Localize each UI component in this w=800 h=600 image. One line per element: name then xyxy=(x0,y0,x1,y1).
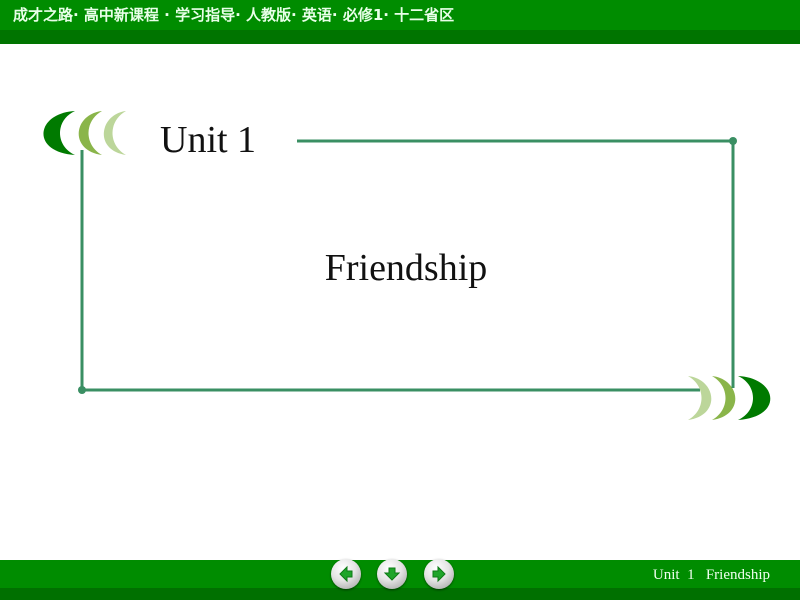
previous-button[interactable] xyxy=(331,559,361,589)
title-frame xyxy=(43,111,771,420)
crescent-light xyxy=(688,376,712,420)
footer-unit-title: Unit 1 Friendship xyxy=(652,567,770,583)
next-button[interactable] xyxy=(424,559,454,589)
arrow-left-icon xyxy=(339,565,353,583)
crescent-light xyxy=(103,111,126,155)
crescent-decoration-left xyxy=(43,111,126,155)
frame-corner-dot xyxy=(78,386,86,394)
crescent-dark xyxy=(738,376,771,420)
crescent-mid xyxy=(78,111,102,155)
arrow-down-icon xyxy=(383,567,401,581)
home-button[interactable] xyxy=(377,559,407,589)
unit-label: Unit 1 xyxy=(160,119,257,161)
arrow-right-icon xyxy=(432,565,446,583)
crescent-decoration-right xyxy=(688,376,771,420)
footer-bar-shadow xyxy=(0,588,800,600)
frame-corner-dot xyxy=(729,137,737,145)
slide-title: Friendship xyxy=(324,247,488,289)
crescent-dark xyxy=(43,111,75,155)
